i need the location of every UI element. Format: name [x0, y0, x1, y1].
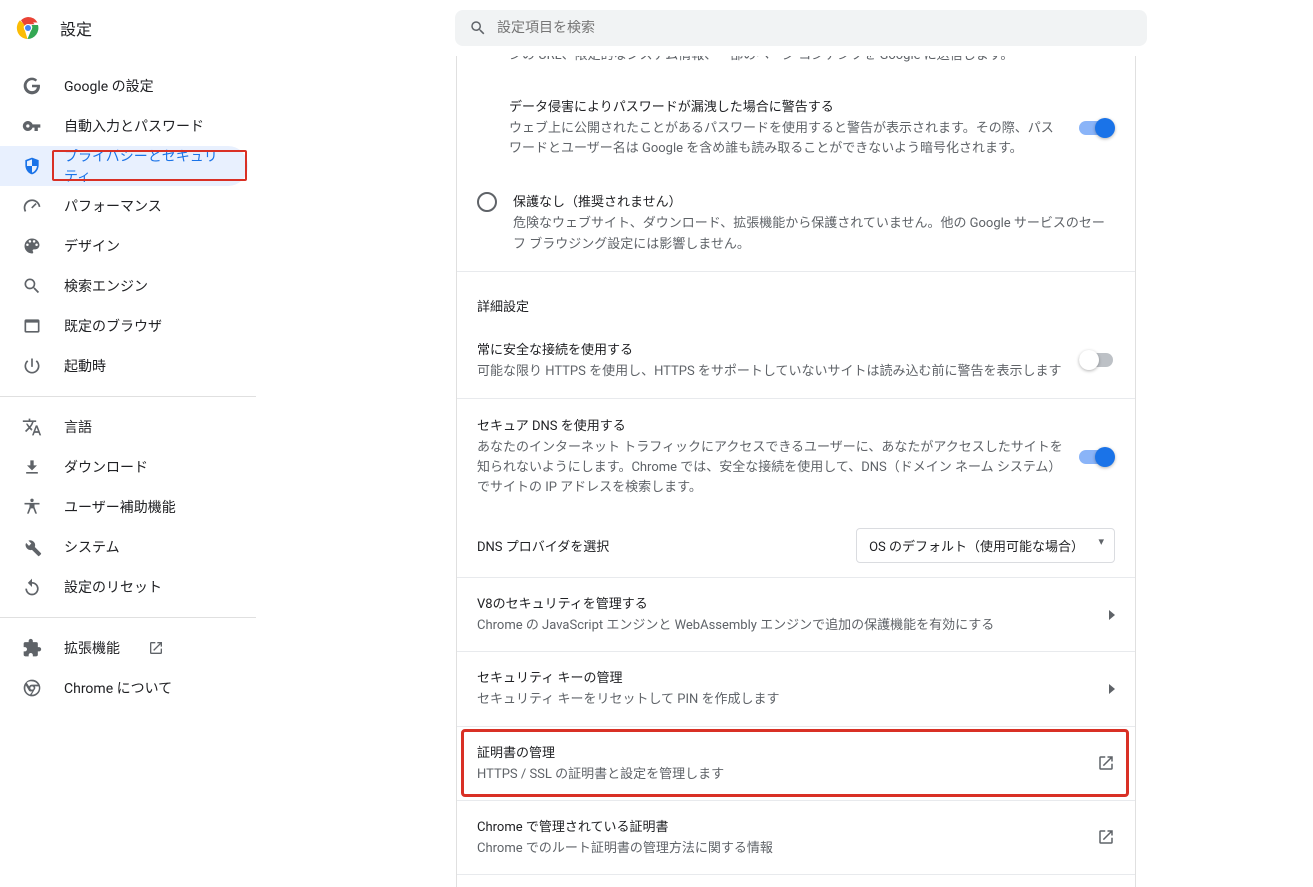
toggle-https-first[interactable] — [1079, 350, 1115, 370]
row-secure-dns: セキュア DNS を使用する あなたのインターネット トラフィックにアクセスでき… — [457, 399, 1135, 514]
search-input[interactable] — [497, 20, 1133, 36]
row-desc: 危険なウェブサイト、ダウンロード、拡張機能から保護されていません。他の Goog… — [513, 214, 1115, 254]
search-icon — [22, 276, 42, 296]
row-dns-provider: DNS プロバイダを選択 OS のデフォルト（使用可能な場合） — [457, 514, 1135, 578]
dns-provider-label: DNS プロバイダを選択 — [477, 536, 609, 555]
chevron-right-icon — [1109, 684, 1115, 694]
power-icon — [22, 356, 42, 376]
toggle-password-leak[interactable] — [1079, 118, 1115, 138]
speedometer-icon — [22, 196, 42, 216]
sidebar-item-label: 起動時 — [64, 356, 106, 376]
search-wrap — [455, 10, 1147, 46]
row-title: 証明書の管理 — [477, 742, 1097, 761]
row-desc: ウェブ上に公開されたことがあるパスワードを使用すると警告が表示されます。その際、… — [509, 119, 1063, 159]
main-panel: ンの URL、限定的なシステム情報、一部のページ コンテンツを Google に… — [456, 56, 1136, 887]
sidebar-item-label: パフォーマンス — [64, 196, 162, 216]
page-title: 設定 — [60, 16, 92, 40]
sidebar-item-privacy[interactable]: プライバシーとセキュリティ — [0, 146, 248, 186]
sidebar-item-label: 既定のブラウザ — [64, 316, 162, 336]
sidebar-item-label: ダウンロード — [64, 457, 148, 477]
row-security-keys[interactable]: セキュリティ キーの管理 セキュリティ キーをリセットして PIN を作成します — [457, 652, 1135, 726]
accessibility-icon — [22, 497, 42, 517]
sidebar-item-label: Chrome について — [64, 678, 172, 698]
dns-provider-selected: OS のデフォルト（使用可能な場合） — [869, 540, 1084, 555]
sidebar-item-label: 検索エンジン — [64, 276, 148, 296]
sidebar-item-default-browser[interactable]: 既定のブラウザ — [0, 306, 248, 346]
translate-icon — [22, 417, 42, 437]
palette-icon — [22, 236, 42, 256]
sidebar-item-google[interactable]: Google の設定 — [0, 66, 248, 106]
sidebar: Google の設定 自動入力とパスワード プライバシーとセキュリティ パフォー… — [0, 56, 256, 708]
reset-icon — [22, 577, 42, 597]
sidebar-item-performance[interactable]: パフォーマンス — [0, 186, 248, 226]
sidebar-item-reset[interactable]: 設定のリセット — [0, 567, 248, 607]
row-desc: セキュリティ キーをリセットして PIN を作成します — [477, 690, 1109, 710]
google-g-icon — [22, 76, 42, 96]
sidebar-item-label: Google の設定 — [64, 76, 154, 96]
sidebar-item-label: 設定のリセット — [64, 577, 162, 597]
sidebar-separator — [0, 617, 256, 618]
row-title: データ侵害によりパスワードが漏洩した場合に警告する — [509, 96, 1063, 115]
row-title: Chrome で管理されている証明書 — [477, 816, 1097, 835]
row-v8-security[interactable]: V8のセキュリティを管理する Chrome の JavaScript エンジンと… — [457, 578, 1135, 652]
sidebar-item-label: プライバシーとセキュリティ — [64, 146, 226, 186]
radio-no-protection[interactable] — [477, 192, 497, 212]
wrench-icon — [22, 537, 42, 557]
sidebar-item-accessibility[interactable]: ユーザー補助機能 — [0, 487, 248, 527]
sidebar-separator — [0, 396, 256, 397]
search-icon — [469, 19, 487, 37]
row-certificates[interactable]: 証明書の管理 HTTPS / SSL の証明書と設定を管理します — [457, 727, 1135, 801]
row-title: セキュア DNS を使用する — [477, 415, 1063, 434]
row-desc: あなたのインターネット トラフィックにアクセスできるユーザーに、あなたがアクセス… — [477, 438, 1063, 498]
sidebar-item-search[interactable]: 検索エンジン — [0, 266, 248, 306]
key-icon — [22, 116, 42, 136]
row-https-first: 常に安全な接続を使用する 可能な限り HTTPS を使用し、HTTPS をサポー… — [457, 323, 1135, 399]
window-icon — [22, 316, 42, 336]
shield-icon — [22, 156, 42, 176]
toggle-secure-dns[interactable] — [1079, 447, 1115, 467]
sidebar-item-downloads[interactable]: ダウンロード — [0, 447, 248, 487]
row-title: 保護なし（推奨されません） — [513, 191, 1115, 210]
chevron-right-icon — [1109, 610, 1115, 620]
topbar: 設定 — [0, 0, 1313, 56]
section-heading-advanced: 詳細設定 — [457, 272, 1135, 323]
row-password-leak: データ侵害によりパスワードが漏洩した場合に警告する ウェブ上に公開されたことがあ… — [457, 80, 1135, 175]
open-external-icon — [1097, 754, 1115, 772]
sidebar-item-extensions[interactable]: 拡張機能 — [0, 628, 248, 668]
extension-icon — [22, 638, 42, 658]
open-external-icon — [148, 640, 164, 656]
row-title: 常に安全な接続を使用する — [477, 339, 1063, 358]
chrome-logo-icon — [16, 16, 40, 40]
chrome-outline-icon — [22, 678, 42, 698]
row-no-protection[interactable]: 保護なし（推奨されません） 危険なウェブサイト、ダウンロード、拡張機能から保護さ… — [457, 175, 1135, 271]
row-desc: 可能な限り HTTPS を使用し、HTTPS をサポートしていないサイトは読み込… — [477, 362, 1063, 382]
sidebar-item-system[interactable]: システム — [0, 527, 248, 567]
open-external-icon — [1097, 828, 1115, 846]
row-title: V8のセキュリティを管理する — [477, 593, 1109, 612]
row-desc: Chrome でのルート証明書の管理方法に関する情報 — [477, 839, 1097, 859]
partial-visible-desc: ンの URL、限定的なシステム情報、一部のページ コンテンツを Google に… — [457, 56, 1135, 80]
sidebar-item-label: システム — [64, 537, 120, 557]
sidebar-item-languages[interactable]: 言語 — [0, 407, 248, 447]
row-desc: Chrome の JavaScript エンジンと WebAssembly エン… — [477, 616, 1109, 636]
sidebar-item-about[interactable]: Chrome について — [0, 668, 248, 708]
row-chrome-certificates[interactable]: Chrome で管理されている証明書 Chrome でのルート証明書の管理方法に… — [457, 801, 1135, 875]
sidebar-item-label: 言語 — [64, 417, 92, 437]
sidebar-item-label: 自動入力とパスワード — [64, 116, 204, 136]
dns-provider-select[interactable]: OS のデフォルト（使用可能な場合） — [856, 528, 1115, 563]
sidebar-item-label: デザイン — [64, 236, 120, 256]
sidebar-item-label: ユーザー補助機能 — [64, 497, 176, 517]
sidebar-item-appearance[interactable]: デザイン — [0, 226, 248, 266]
search-box[interactable] — [455, 10, 1147, 46]
row-advanced-protection[interactable]: Google の高度な保護機能プログラム Google の最強のセキュリティで、… — [457, 875, 1135, 887]
sidebar-item-onstartup[interactable]: 起動時 — [0, 346, 248, 386]
download-icon — [22, 457, 42, 477]
sidebar-item-label: 拡張機能 — [64, 638, 120, 658]
row-title: セキュリティ キーの管理 — [477, 667, 1109, 686]
row-desc: HTTPS / SSL の証明書と設定を管理します — [477, 765, 1097, 785]
sidebar-item-autofill[interactable]: 自動入力とパスワード — [0, 106, 248, 146]
